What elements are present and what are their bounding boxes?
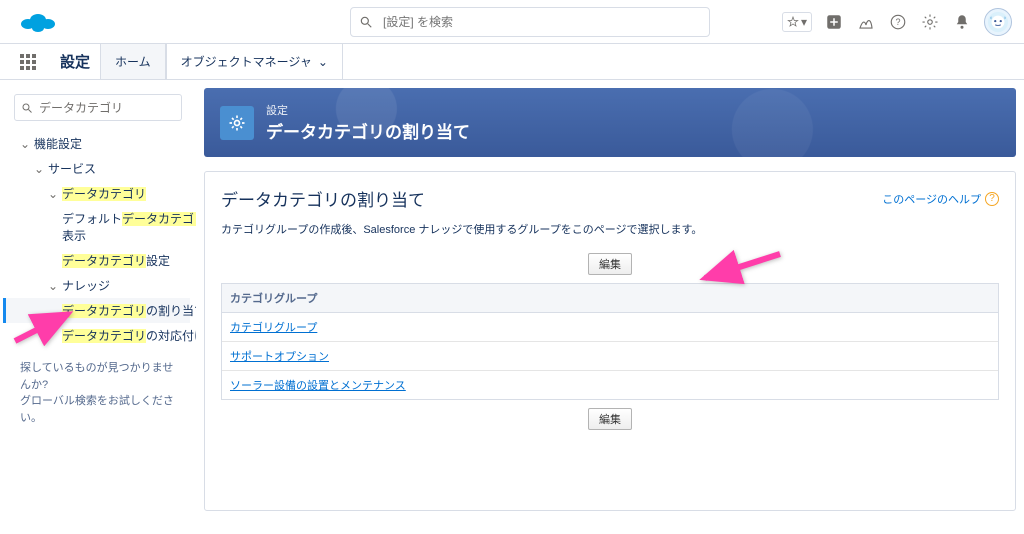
quick-find[interactable]: データカテゴリ (14, 94, 182, 121)
tree-leaf-data-category-setup[interactable]: データカテゴリ設定 (6, 248, 190, 273)
tab-object-manager-label: オブジェクトマネージャ (181, 53, 312, 70)
bell-icon (953, 13, 971, 31)
global-search-wrap (350, 7, 710, 37)
setup-menu[interactable] (920, 12, 940, 32)
tab-home[interactable]: ホーム (100, 44, 166, 79)
gear-icon (921, 13, 939, 31)
gear-icon (227, 113, 247, 133)
search-icon (359, 15, 373, 29)
help-icon: ? (985, 192, 999, 206)
annotation-arrow-edit (695, 248, 785, 291)
tree-node-knowledge[interactable]: ⌄ナレッジ (6, 273, 190, 298)
tree-leaf-default-category-view[interactable]: デフォルトデータカテゴリ表示 (6, 206, 190, 248)
tab-object-manager[interactable]: オブジェクトマネージャ ⌄ (166, 44, 343, 79)
breadcrumb: 設定 (266, 102, 470, 118)
panel: データカテゴリの割り当て このページのヘルプ ? カテゴリグループの作成後、Sa… (204, 171, 1016, 511)
astro-avatar-icon (987, 11, 1009, 33)
favorites-menu[interactable]: ▾ (782, 12, 812, 32)
help-link-label: このページのヘルプ (882, 191, 981, 207)
tree-node-service[interactable]: ⌄サービス (6, 156, 190, 181)
panel-description: カテゴリグループの作成後、Salesforce ナレッジで使用するグループをこの… (221, 221, 999, 237)
salesforce-logo[interactable] (18, 8, 58, 36)
table-row[interactable]: サポートオプション (222, 342, 998, 371)
question-icon: ? (889, 13, 907, 31)
tree-node-feature-settings[interactable]: ⌄機能設定 (6, 131, 190, 156)
app-launcher[interactable] (14, 44, 42, 79)
header-utilities: ▾ ? (782, 8, 1012, 36)
page-title: データカテゴリの割り当て (266, 118, 470, 143)
trailhead-icon (857, 13, 875, 31)
annotation-arrow-sidebar (10, 306, 80, 349)
page-hero: 設定 データカテゴリの割り当て (204, 88, 1016, 157)
category-group-table: カテゴリグループ カテゴリグループ サポートオプション ソーラー設備の設置とメン… (221, 283, 999, 400)
search-icon (21, 102, 33, 114)
table-header: カテゴリグループ (222, 284, 998, 313)
table-row[interactable]: ソーラー設備の設置とメンテナンス (222, 371, 998, 399)
chevron-down-icon: ⌄ (318, 55, 328, 69)
trailhead-menu[interactable] (856, 12, 876, 32)
chevron-down-icon: ⌄ (20, 137, 30, 151)
panel-title: データカテゴリの割り当て (221, 186, 425, 211)
chevron-down-icon: ⌄ (48, 187, 58, 201)
edit-button-bottom[interactable]: 編集 (588, 408, 632, 430)
add-menu[interactable] (824, 12, 844, 32)
chevron-down-icon: ⌄ (34, 162, 44, 176)
nav-bar: 設定 ホーム オブジェクトマネージャ ⌄ (0, 44, 1024, 80)
svg-text:?: ? (895, 17, 900, 27)
table-row[interactable]: カテゴリグループ (222, 313, 998, 342)
edit-button-top[interactable]: 編集 (588, 253, 632, 275)
quick-find-value: データカテゴリ (39, 99, 123, 116)
notifications-menu[interactable] (952, 12, 972, 32)
help-menu[interactable]: ? (888, 12, 908, 32)
global-search[interactable] (350, 7, 710, 37)
waffle-icon (20, 54, 36, 70)
app-name: 設定 (50, 44, 100, 79)
tree-node-data-category[interactable]: ⌄データカテゴリ (6, 181, 190, 206)
tab-home-label: ホーム (115, 53, 151, 70)
global-search-input[interactable] (381, 14, 701, 30)
hero-icon-box (220, 106, 254, 140)
plus-icon (825, 13, 843, 31)
user-avatar[interactable] (984, 8, 1012, 36)
no-results-hint: 探しているものが見つかりませんか? グローバル検索をお試しください。 (6, 348, 190, 438)
page-help-link[interactable]: このページのヘルプ ? (882, 191, 999, 207)
star-icon (787, 16, 799, 28)
chevron-down-icon: ⌄ (48, 279, 58, 293)
main-content: 設定 データカテゴリの割り当て データカテゴリの割り当て このページのヘルプ ?… (196, 80, 1024, 534)
global-header: ▾ ? (0, 0, 1024, 44)
